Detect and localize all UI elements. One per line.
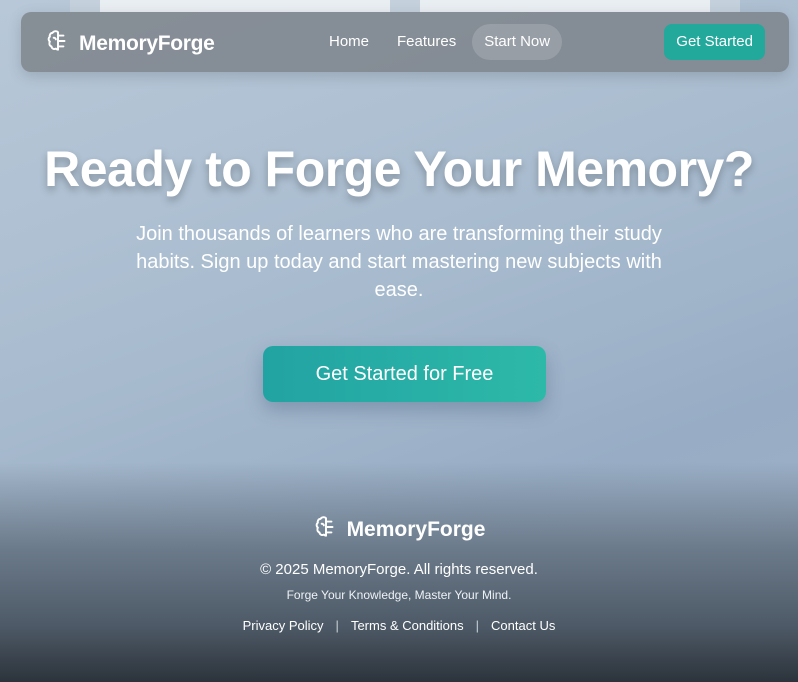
hero-title: Ready to Forge Your Memory? — [44, 141, 754, 197]
footer-brand-name: MemoryForge — [346, 517, 486, 541]
link-separator: | — [335, 618, 339, 633]
privacy-policy-link[interactable]: Privacy Policy — [243, 618, 324, 633]
background-panel — [70, 0, 100, 12]
top-navbar: MemoryForge Home Features Start Now Get … — [21, 12, 789, 72]
hero-subtitle: Join thousands of learners who are trans… — [136, 223, 662, 301]
brand-logo[interactable]: MemoryForge — [45, 28, 215, 59]
nav-start-now-link[interactable]: Start Now — [472, 24, 563, 60]
copyright-text: © 2025 MemoryForge. All rights reserved. — [260, 561, 538, 578]
brand-name: MemoryForge — [79, 31, 215, 55]
hero-section: Ready to Forge Your Memory? Join thousan… — [0, 140, 798, 402]
brain-icon — [45, 28, 71, 59]
background-panel — [100, 0, 390, 12]
background-panel — [390, 0, 420, 12]
background-panel — [420, 0, 710, 12]
background-panel — [710, 0, 740, 12]
nav-home-link[interactable]: Home — [317, 24, 381, 60]
link-separator: | — [475, 618, 480, 633]
footer-links: Privacy Policy | Terms & Conditions | Co… — [0, 618, 798, 633]
contact-us-link[interactable]: Contact Us — [491, 618, 555, 633]
footer: MemoryForge © 2025 MemoryForge. All righ… — [0, 462, 798, 682]
brain-icon — [313, 514, 339, 545]
get-started-button[interactable]: Get Started — [664, 24, 765, 60]
terms-conditions-link[interactable]: Terms & Conditions — [351, 618, 464, 633]
nav-links: Home Features Start Now — [317, 24, 566, 60]
footer-tagline: Forge Your Knowledge, Master Your Mind. — [286, 588, 512, 602]
footer-brand: MemoryForge — [313, 514, 486, 545]
get-started-free-button[interactable]: Get Started for Free — [263, 346, 546, 402]
nav-features-link[interactable]: Features — [385, 24, 468, 60]
